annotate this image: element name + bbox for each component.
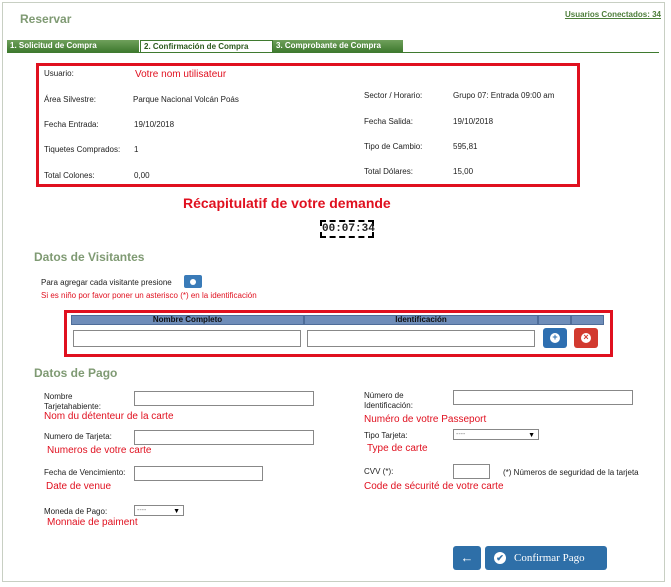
cvv-label: CVV (*):: [364, 467, 394, 476]
tipo-tarjeta-select[interactable]: ---- ▼: [453, 429, 539, 440]
numero-tarjeta-input[interactable]: [134, 430, 314, 445]
numero-tarjeta-note: Numeros de votre carte: [47, 445, 152, 456]
visitor-name-input[interactable]: [73, 330, 301, 347]
step-tabs: 1. Solicitud de Compra 2. Confirmación d…: [7, 40, 404, 52]
numero-identificacion-input[interactable]: [453, 390, 633, 405]
total-colones-label: Total Colones:: [44, 171, 95, 180]
col-add-header: [538, 315, 571, 325]
tiquetes-label: Tiquetes Comprados:: [44, 145, 121, 154]
numero-tarjeta-label: Numero de Tarjeta:: [44, 432, 112, 441]
chevron-down-icon: ▼: [173, 508, 180, 515]
summary-highlight-box: [36, 63, 580, 187]
area-value: Parque Nacional Volcán Poás: [133, 95, 239, 104]
area-label: Área Silvestre:: [44, 95, 97, 104]
fecha-salida-value: 19/10/2018: [453, 117, 494, 126]
tab-comprobante[interactable]: 3. Comprobante de Compra: [273, 40, 404, 52]
close-icon: [581, 332, 591, 343]
delete-visitor-button[interactable]: [574, 328, 598, 348]
child-hint: Si es niño por favor poner un asterisco …: [41, 291, 257, 300]
numero-id-note: Numéro de votre Passeport: [364, 414, 487, 425]
sector-label: Sector / Horario:: [364, 91, 423, 100]
vencimiento-note: Date de venue: [46, 481, 112, 492]
fecha-vencimiento-input[interactable]: [134, 466, 263, 481]
tab-confirmacion[interactable]: 2. Confirmación de Compra: [140, 40, 273, 52]
moneda-note: Monnaie de paiment: [47, 517, 138, 528]
total-dolares-label: Total Dólares:: [364, 167, 413, 176]
moneda-label: Moneda de Pago:: [44, 507, 108, 516]
nombre-tarjetahabiente-input[interactable]: [134, 391, 314, 406]
check-icon: ✔: [494, 552, 506, 564]
countdown-timer: 00:07:34: [320, 220, 375, 238]
vencimiento-label: Fecha de Vencimiento:: [44, 468, 126, 477]
fecha-entrada-value: 19/10/2018: [134, 120, 175, 129]
tiquetes-value: 1: [134, 145, 139, 154]
plus-icon: [550, 332, 560, 343]
recap-note: Récapitulatif de votre demande: [183, 195, 391, 211]
nombre-label: Nombre Tarjetahabiente:: [44, 392, 101, 411]
cvv-hint: (*) Números de seguridad de la tarjeta: [503, 468, 639, 477]
col-identificacion-header: Identificación: [304, 315, 538, 325]
usuario-label: Usuario:: [44, 69, 74, 78]
back-button[interactable]: ←: [453, 546, 481, 570]
moneda-select[interactable]: ---- ▼: [134, 505, 184, 516]
pago-heading: Datos de Pago: [34, 366, 118, 380]
tipo-cambio-value: 595,81: [453, 142, 478, 151]
add-visitor-button[interactable]: [543, 328, 567, 348]
confirm-payment-label: Confirmar Pago: [514, 552, 585, 564]
confirm-payment-button[interactable]: ✔ Confirmar Pago: [485, 546, 607, 570]
nombre-note: Nom du détenteur de la carte: [44, 411, 174, 422]
total-colones-value: 0,00: [134, 171, 150, 180]
add-visitor-small-button[interactable]: [184, 275, 202, 288]
col-delete-header: [571, 315, 604, 325]
sector-value: Grupo 07: Entrada 09:00 am: [453, 91, 555, 100]
tipo-cambio-label: Tipo de Cambio:: [364, 142, 423, 151]
numero-id-label: Número de Identificación:: [364, 391, 413, 410]
tab-solicitud[interactable]: 1. Solicitud de Compra: [7, 40, 140, 52]
fecha-salida-label: Fecha Salida:: [364, 117, 413, 126]
arrow-left-icon: ←: [460, 550, 474, 565]
visitor-id-input[interactable]: [307, 330, 535, 347]
total-dolares-value: 15,00: [453, 167, 474, 176]
fecha-entrada-label: Fecha Entrada:: [44, 120, 99, 129]
cvv-input[interactable]: [453, 464, 490, 479]
chevron-down-icon: ▼: [528, 432, 535, 439]
tipo-tarjeta-label: Tipo Tarjeta:: [364, 431, 408, 440]
moneda-value: ----: [137, 507, 147, 514]
col-nombre-header: Nombre Completo: [71, 315, 304, 325]
usuario-note: Votre nom utilisateur: [135, 69, 227, 80]
page-title: Reservar: [20, 12, 72, 26]
tipo-tarjeta-note: Type de carte: [367, 443, 428, 454]
tab-divider: [7, 52, 659, 53]
cvv-note: Code de sécurité de votre carte: [364, 481, 504, 492]
users-connected-link[interactable]: Usuarios Conectados: 34: [565, 10, 661, 19]
tipo-tarjeta-value: ----: [456, 431, 466, 438]
visitantes-heading: Datos de Visitantes: [34, 250, 145, 264]
add-visitor-prompt: Para agregar cada visitante presione: [41, 278, 172, 287]
